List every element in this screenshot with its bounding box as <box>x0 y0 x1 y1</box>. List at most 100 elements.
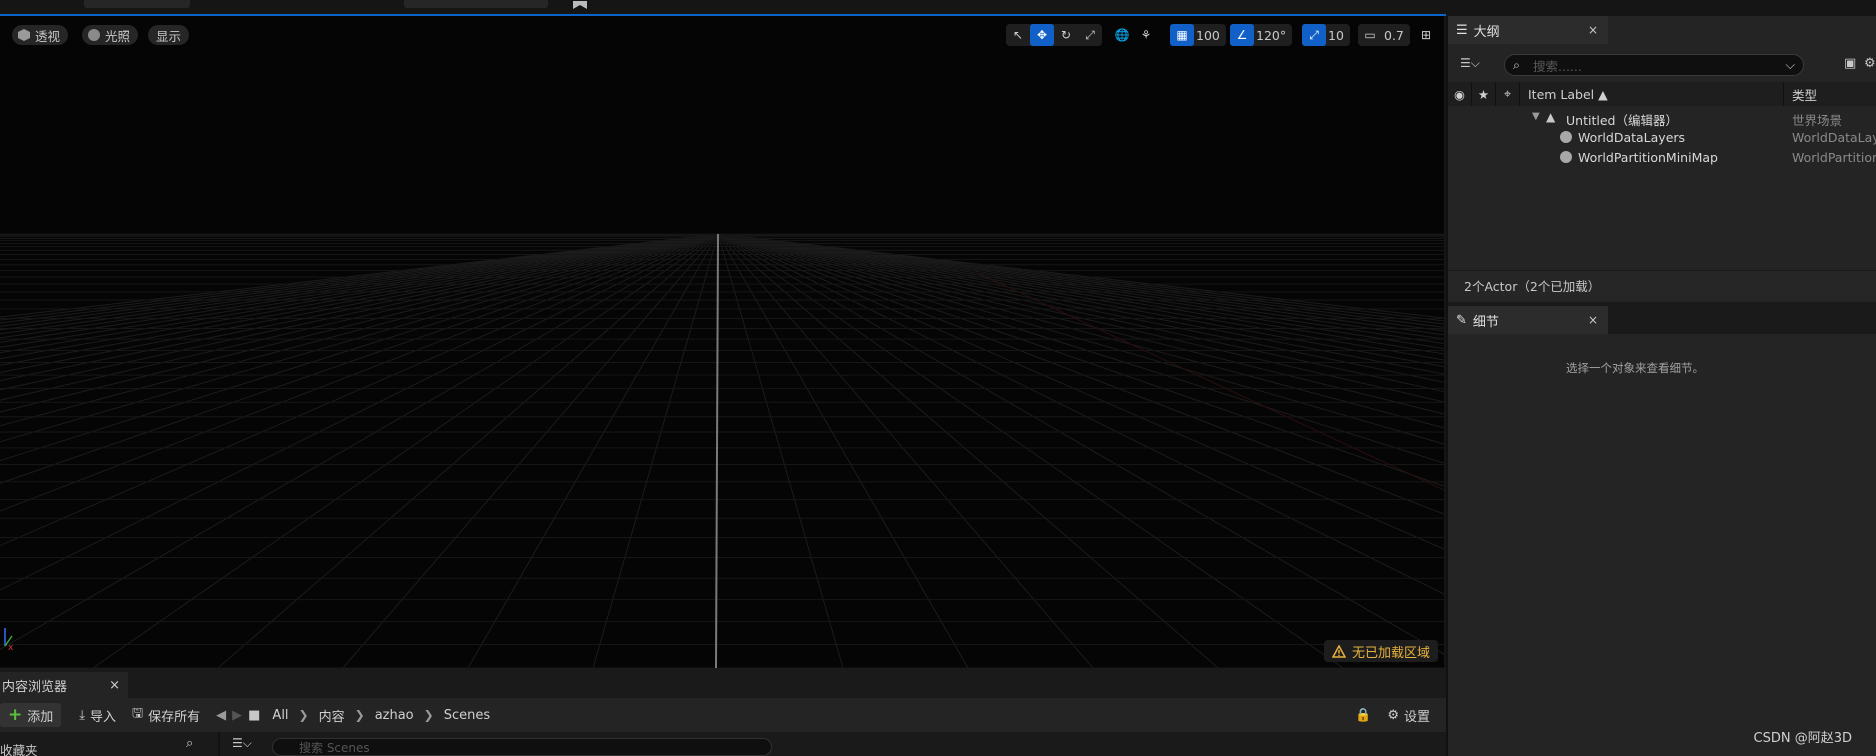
asset-search-placeholder: 搜索 Scenes <box>299 740 370 755</box>
details-panel: 选择一个对象来查看细节。 <box>1448 334 1876 756</box>
import-button[interactable]: ⤓ 导入 <box>71 703 124 727</box>
grid-line <box>717 233 1444 328</box>
column-type[interactable]: 类型 <box>1784 82 1876 106</box>
scale-snap-value[interactable]: 10 <box>1326 28 1350 43</box>
star-icon[interactable]: ★ <box>1472 82 1496 106</box>
toolbar-button[interactable] <box>84 0 190 8</box>
grid-line <box>717 233 1444 487</box>
chevron-down-icon[interactable]: ⌵ <box>1786 57 1795 73</box>
forward-icon[interactable]: ▶ <box>232 708 242 723</box>
row-type: WorldDataLaye <box>1792 130 1876 145</box>
search-icon[interactable]: ⌕ <box>186 736 193 751</box>
import-icon: ⤓ <box>79 707 86 723</box>
scale-snap-group: ⤢ 10 <box>1302 24 1350 46</box>
pencil-icon: ✎ <box>1456 312 1467 328</box>
gear-icon[interactable]: ⚙ <box>1864 56 1876 71</box>
chevron-right-icon[interactable]: ❯ <box>424 708 434 722</box>
favorites-label[interactable]: 收藏夹 <box>0 740 38 756</box>
outliner-search-input[interactable]: ⌕ 搜索...... ⌵ <box>1504 54 1804 76</box>
grid-line <box>717 233 844 668</box>
asset-search-input[interactable]: 搜索 Scenes <box>272 738 772 756</box>
viewport-layout-icon[interactable]: ⊞ <box>1414 24 1438 46</box>
details-empty-hint: 选择一个对象来查看细节。 <box>1566 361 1704 375</box>
back-icon[interactable]: ◀ <box>216 708 226 723</box>
chevron-down-icon[interactable]: ▼ <box>1532 111 1540 122</box>
add-button[interactable]: + 添加 <box>0 703 62 727</box>
lighting-button[interactable]: 光照 <box>82 25 139 45</box>
add-folder-icon[interactable]: ▣ <box>1844 56 1856 71</box>
settings-button[interactable]: ⚙ 设置 <box>1379 703 1438 727</box>
actor-icon <box>1560 151 1572 163</box>
view-mode-button[interactable]: 透视 <box>12 25 69 45</box>
grid-line <box>592 233 719 668</box>
outliner-icon: ☰ <box>1456 22 1468 38</box>
level-viewport[interactable]: 透视 光照 显示 ↖ ✥ ↻ ⤢ 🌐 ⚘ ▦ 100 ∠ 120° ⤢ 10 ▭… <box>0 16 1444 668</box>
breadcrumb-item[interactable]: All <box>272 708 288 723</box>
rotate-snap-icon[interactable]: ∠ <box>1230 24 1254 46</box>
translate-icon[interactable]: ✥ <box>1030 24 1054 46</box>
grid-line <box>717 233 1444 403</box>
save-icon: 🖫 <box>132 706 144 721</box>
search-icon: ⌕ <box>1513 57 1521 72</box>
toolbar-button-group[interactable] <box>404 0 548 8</box>
surface-snap-icon[interactable]: ⚘ <box>1134 24 1158 46</box>
column-item-label[interactable]: Item Label ▲ <box>1520 82 1784 106</box>
camera-icon[interactable]: ▭ <box>1358 24 1382 46</box>
grid-snap-value[interactable]: 100 <box>1194 28 1226 43</box>
rotate-snap-value[interactable]: 120° <box>1254 28 1292 43</box>
import-label: 导入 <box>90 709 117 725</box>
camera-speed-value[interactable]: 0.7 <box>1382 28 1410 43</box>
grid-line <box>717 233 1444 655</box>
grid-line <box>717 233 1444 361</box>
watermark: CSDN @阿赵3D <box>1753 731 1852 746</box>
tab-details[interactable]: ✎ 细节 × <box>1448 306 1608 334</box>
coord-tools: 🌐 ⚘ <box>1110 24 1158 46</box>
add-label: 添加 <box>27 709 54 725</box>
tab-content-browser[interactable]: 内容浏览器 × <box>0 672 128 698</box>
scale-icon[interactable]: ⤢ <box>1078 24 1102 46</box>
breadcrumb: All ❯ 内容 ❯ azhao ❯ Scenes <box>272 706 490 725</box>
layout-group: ⊞ <box>1414 24 1438 46</box>
pin-icon[interactable]: ⌖ <box>1496 82 1520 106</box>
close-icon[interactable]: × <box>1588 23 1598 37</box>
row-type: WorldPartitionM <box>1792 150 1876 165</box>
breadcrumb-item[interactable]: 内容 <box>319 706 345 725</box>
grid-line <box>717 233 1444 445</box>
rotate-icon[interactable]: ↻ <box>1054 24 1078 46</box>
breadcrumb-item[interactable]: azhao <box>375 708 414 723</box>
grid-line <box>717 233 1444 415</box>
select-icon[interactable]: ↖ <box>1006 24 1030 46</box>
outliner-row[interactable]: WorldPartitionMiniMap WorldPartitionM <box>1448 148 1876 168</box>
grid-line <box>217 233 719 668</box>
close-icon[interactable]: × <box>1588 313 1598 327</box>
outliner-header: ◉ ★ ⌖ Item Label ▲ 类型 <box>1448 82 1876 106</box>
splitter[interactable] <box>218 732 220 756</box>
unloaded-region-warning: 无已加载区域 <box>1323 640 1438 662</box>
grid-line <box>715 233 719 668</box>
grid-line <box>717 233 1444 322</box>
axis-gizmo: x <box>4 628 14 650</box>
close-icon[interactable]: × <box>109 678 120 693</box>
lock-icon[interactable]: 🔒 <box>1347 703 1379 727</box>
filter-icon[interactable]: ☰⌵ <box>1460 56 1480 71</box>
show-button[interactable]: 显示 <box>148 25 190 45</box>
grid-snap-icon[interactable]: ▦ <box>1170 24 1194 46</box>
chevron-right-icon[interactable]: ❯ <box>355 708 365 722</box>
tab-outliner[interactable]: ☰ 大纲 × <box>1448 16 1608 44</box>
transform-tools: ↖ ✥ ↻ ⤢ <box>1006 24 1102 46</box>
save-all-button[interactable]: 🖫 保存所有 <box>124 703 208 727</box>
visibility-icon[interactable]: ◉ <box>1448 82 1472 106</box>
grid-line <box>717 233 1444 368</box>
breadcrumb-item[interactable]: Scenes <box>444 708 490 723</box>
chevron-right-icon[interactable]: ❯ <box>299 708 309 722</box>
folder-icon[interactable]: ■ <box>248 708 260 723</box>
scale-snap-icon[interactable]: ⤢ <box>1302 24 1326 46</box>
actor-count-text: 2个Actor（2个已加载） <box>1464 279 1601 294</box>
grid-line <box>0 233 719 366</box>
grid-line <box>92 233 719 668</box>
bookmark-icon[interactable] <box>570 0 594 9</box>
outliner-row[interactable]: ▼ ▲ Untitled（编辑器） 世界场景 <box>1448 108 1876 128</box>
filter-icon[interactable]: ☰⌵ <box>232 736 252 751</box>
outliner-row[interactable]: WorldDataLayers WorldDataLaye <box>1448 128 1876 148</box>
world-icon[interactable]: 🌐 <box>1110 24 1134 46</box>
